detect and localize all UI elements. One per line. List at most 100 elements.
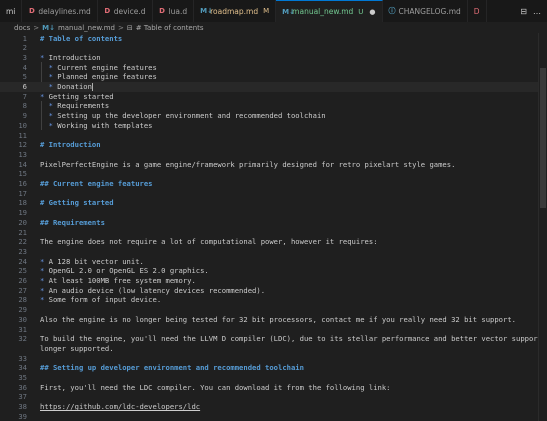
- list-bullet: *: [40, 91, 45, 101]
- markdown-icon: M↓: [282, 7, 296, 16]
- code-line[interactable]: 1 # Table of contents: [0, 34, 547, 44]
- line-number: 2: [22, 43, 27, 53]
- code-line[interactable]: 16 ## Current engine features: [0, 179, 547, 189]
- code-line[interactable]: 33: [0, 354, 547, 364]
- line-text: PixelPerfectEngine is a game engine/fram…: [40, 159, 456, 169]
- breadcrumb-file[interactable]: manual_new.md: [58, 24, 115, 32]
- code-line[interactable]: 23: [0, 247, 547, 257]
- line-text: # Introduction: [40, 140, 101, 150]
- code-line[interactable]: 20 ## Requirements: [0, 218, 547, 228]
- line-number: 33: [18, 353, 27, 363]
- list-bullet: *: [48, 82, 53, 91]
- code-line[interactable]: 26 * At least 100MB free system memory.: [0, 276, 547, 286]
- list-bullet: *: [48, 111, 53, 121]
- code-line[interactable]: 24 * A 128 bit vector unit.: [0, 257, 547, 267]
- code-line[interactable]: 34 ## Setting up developer environment an…: [0, 363, 547, 373]
- line-number: 9: [22, 111, 27, 121]
- line-text: Also the engine is no longer being teste…: [40, 314, 516, 324]
- code-line[interactable]: 14 PixelPerfectEngine is a game engine/fr…: [0, 160, 547, 170]
- line-number: 31: [18, 324, 27, 334]
- line-number: 8: [22, 101, 27, 111]
- line-number: 5: [22, 72, 27, 82]
- code-line[interactable]: 31: [0, 325, 547, 335]
- markdown-file-icon: M↓: [42, 23, 55, 32]
- line-number: 20: [18, 217, 27, 227]
- scrollbar-thumb[interactable]: [540, 68, 546, 208]
- code-line[interactable]: 21: [0, 228, 547, 238]
- code-line[interactable]: 39: [0, 412, 547, 421]
- code-line[interactable]: 37: [0, 392, 547, 402]
- line-number: 18: [18, 198, 27, 208]
- code-line[interactable]: 32 To build the engine, you'll need the L…: [0, 334, 547, 344]
- breadcrumb-folder[interactable]: docs: [14, 24, 30, 32]
- more-actions-icon[interactable]: …: [533, 7, 541, 16]
- code-line[interactable]: 3 * Introduction: [0, 53, 547, 63]
- line-text: First, you'll need the LDC compiler. You…: [40, 382, 391, 392]
- code-line[interactable]: 10 * Working with templates: [0, 121, 547, 131]
- list-bullet: *: [48, 72, 53, 82]
- line-text: * Introduction: [40, 52, 101, 62]
- tab-delaylines-md[interactable]: Ddelaylines.md: [22, 0, 98, 22]
- git-status-badge: U: [358, 7, 364, 16]
- code-line[interactable]: 36 First, you'll need the LDC compiler. Y…: [0, 383, 547, 393]
- unsaved-dot-icon[interactable]: ●: [369, 8, 375, 16]
- tab-device-d[interactable]: Ddevice.d: [98, 0, 153, 22]
- code-line[interactable]: 38 https://github.com/ldc-developers/ldc: [0, 402, 547, 412]
- split-editor-icon[interactable]: ⊟: [520, 7, 527, 16]
- line-number: 7: [22, 91, 27, 101]
- code-line[interactable]: 4 * Current engine features: [0, 63, 547, 73]
- line-text: The engine does not require a lot of com…: [40, 237, 378, 247]
- chevron-right-icon: >: [33, 23, 40, 32]
- line-number: 29: [18, 305, 27, 315]
- code-line[interactable]: 15: [0, 169, 547, 179]
- code-line[interactable]: 2: [0, 43, 547, 53]
- tab-changelog-md[interactable]: ⓘ CHANGELOG.md: [383, 0, 468, 22]
- code-line[interactable]: 12 # Introduction: [0, 140, 547, 150]
- breadcrumb-symbol[interactable]: # Table of contents: [136, 24, 204, 32]
- line-number: 37: [18, 392, 27, 402]
- markdown-icon: M↓: [200, 7, 213, 15]
- line-number: 15: [18, 169, 27, 179]
- code-line[interactable]: 27 * An audio device (low latency devices…: [0, 286, 547, 296]
- tab-mi[interactable]: mi: [0, 0, 23, 22]
- list-bullet: *: [40, 256, 45, 266]
- tab-d[interactable]: D: [468, 0, 487, 22]
- tab-manual-new-md[interactable]: M↓ manual_new.md U ●: [276, 0, 383, 22]
- line-number: 3: [22, 52, 27, 62]
- code-line[interactable]: 25 * OpenGL 2.0 or OpenGL ES 2.0 graphics…: [0, 266, 547, 276]
- list-bullet: *: [48, 101, 53, 111]
- code-line[interactable]: 28 * Some form of input device.: [0, 295, 547, 305]
- line-number: 32: [18, 334, 27, 344]
- code-line[interactable]: 8 * Requirements: [0, 101, 547, 111]
- code-line[interactable]: 22 The engine does not require a lot of c…: [0, 237, 547, 247]
- line-number: 25: [18, 266, 27, 276]
- code-line[interactable]: 17: [0, 189, 547, 199]
- line-number: 39: [18, 411, 27, 421]
- line-text: * OpenGL 2.0 or OpenGL ES 2.0 graphics.: [40, 266, 209, 276]
- code-line[interactable]: 5 * Planned engine features: [0, 72, 547, 82]
- code-line[interactable]: 29: [0, 305, 547, 315]
- vertical-scrollbar[interactable]: [538, 33, 547, 421]
- list-bullet: *: [40, 276, 45, 285]
- code-line[interactable]: 35: [0, 373, 547, 383]
- d-language-icon: D: [159, 7, 165, 15]
- line-number: 10: [18, 120, 27, 130]
- line-number: 35: [18, 373, 27, 382]
- editor-text-area[interactable]: 1 # Table of contents 2 3 * Introduction 4 * …: [0, 33, 547, 421]
- code-line[interactable]: 13: [0, 150, 547, 160]
- tab-label: device.d: [113, 6, 146, 16]
- code-line[interactable]: 6 * Donation: [0, 82, 547, 92]
- tab-label: lua.d: [168, 6, 188, 16]
- code-line[interactable]: 11: [0, 131, 547, 141]
- tab-label: roadmap.md: [210, 6, 259, 16]
- code-line[interactable]: longer supported.: [0, 344, 547, 354]
- code-line[interactable]: 18 # Getting started: [0, 198, 547, 208]
- code-line[interactable]: 19: [0, 208, 547, 218]
- line-number: 17: [18, 188, 27, 198]
- tab-roadmap-md[interactable]: M↓ roadmap.md M: [194, 0, 277, 22]
- line-text: # Table of contents: [40, 33, 123, 43]
- code-line[interactable]: 9 * Setting up the developer environment…: [0, 111, 547, 121]
- code-line[interactable]: 7 * Getting started: [0, 92, 547, 102]
- tab-lua-d[interactable]: Dlua.d: [153, 0, 195, 22]
- code-line[interactable]: 30 Also the engine is no longer being tes…: [0, 315, 547, 325]
